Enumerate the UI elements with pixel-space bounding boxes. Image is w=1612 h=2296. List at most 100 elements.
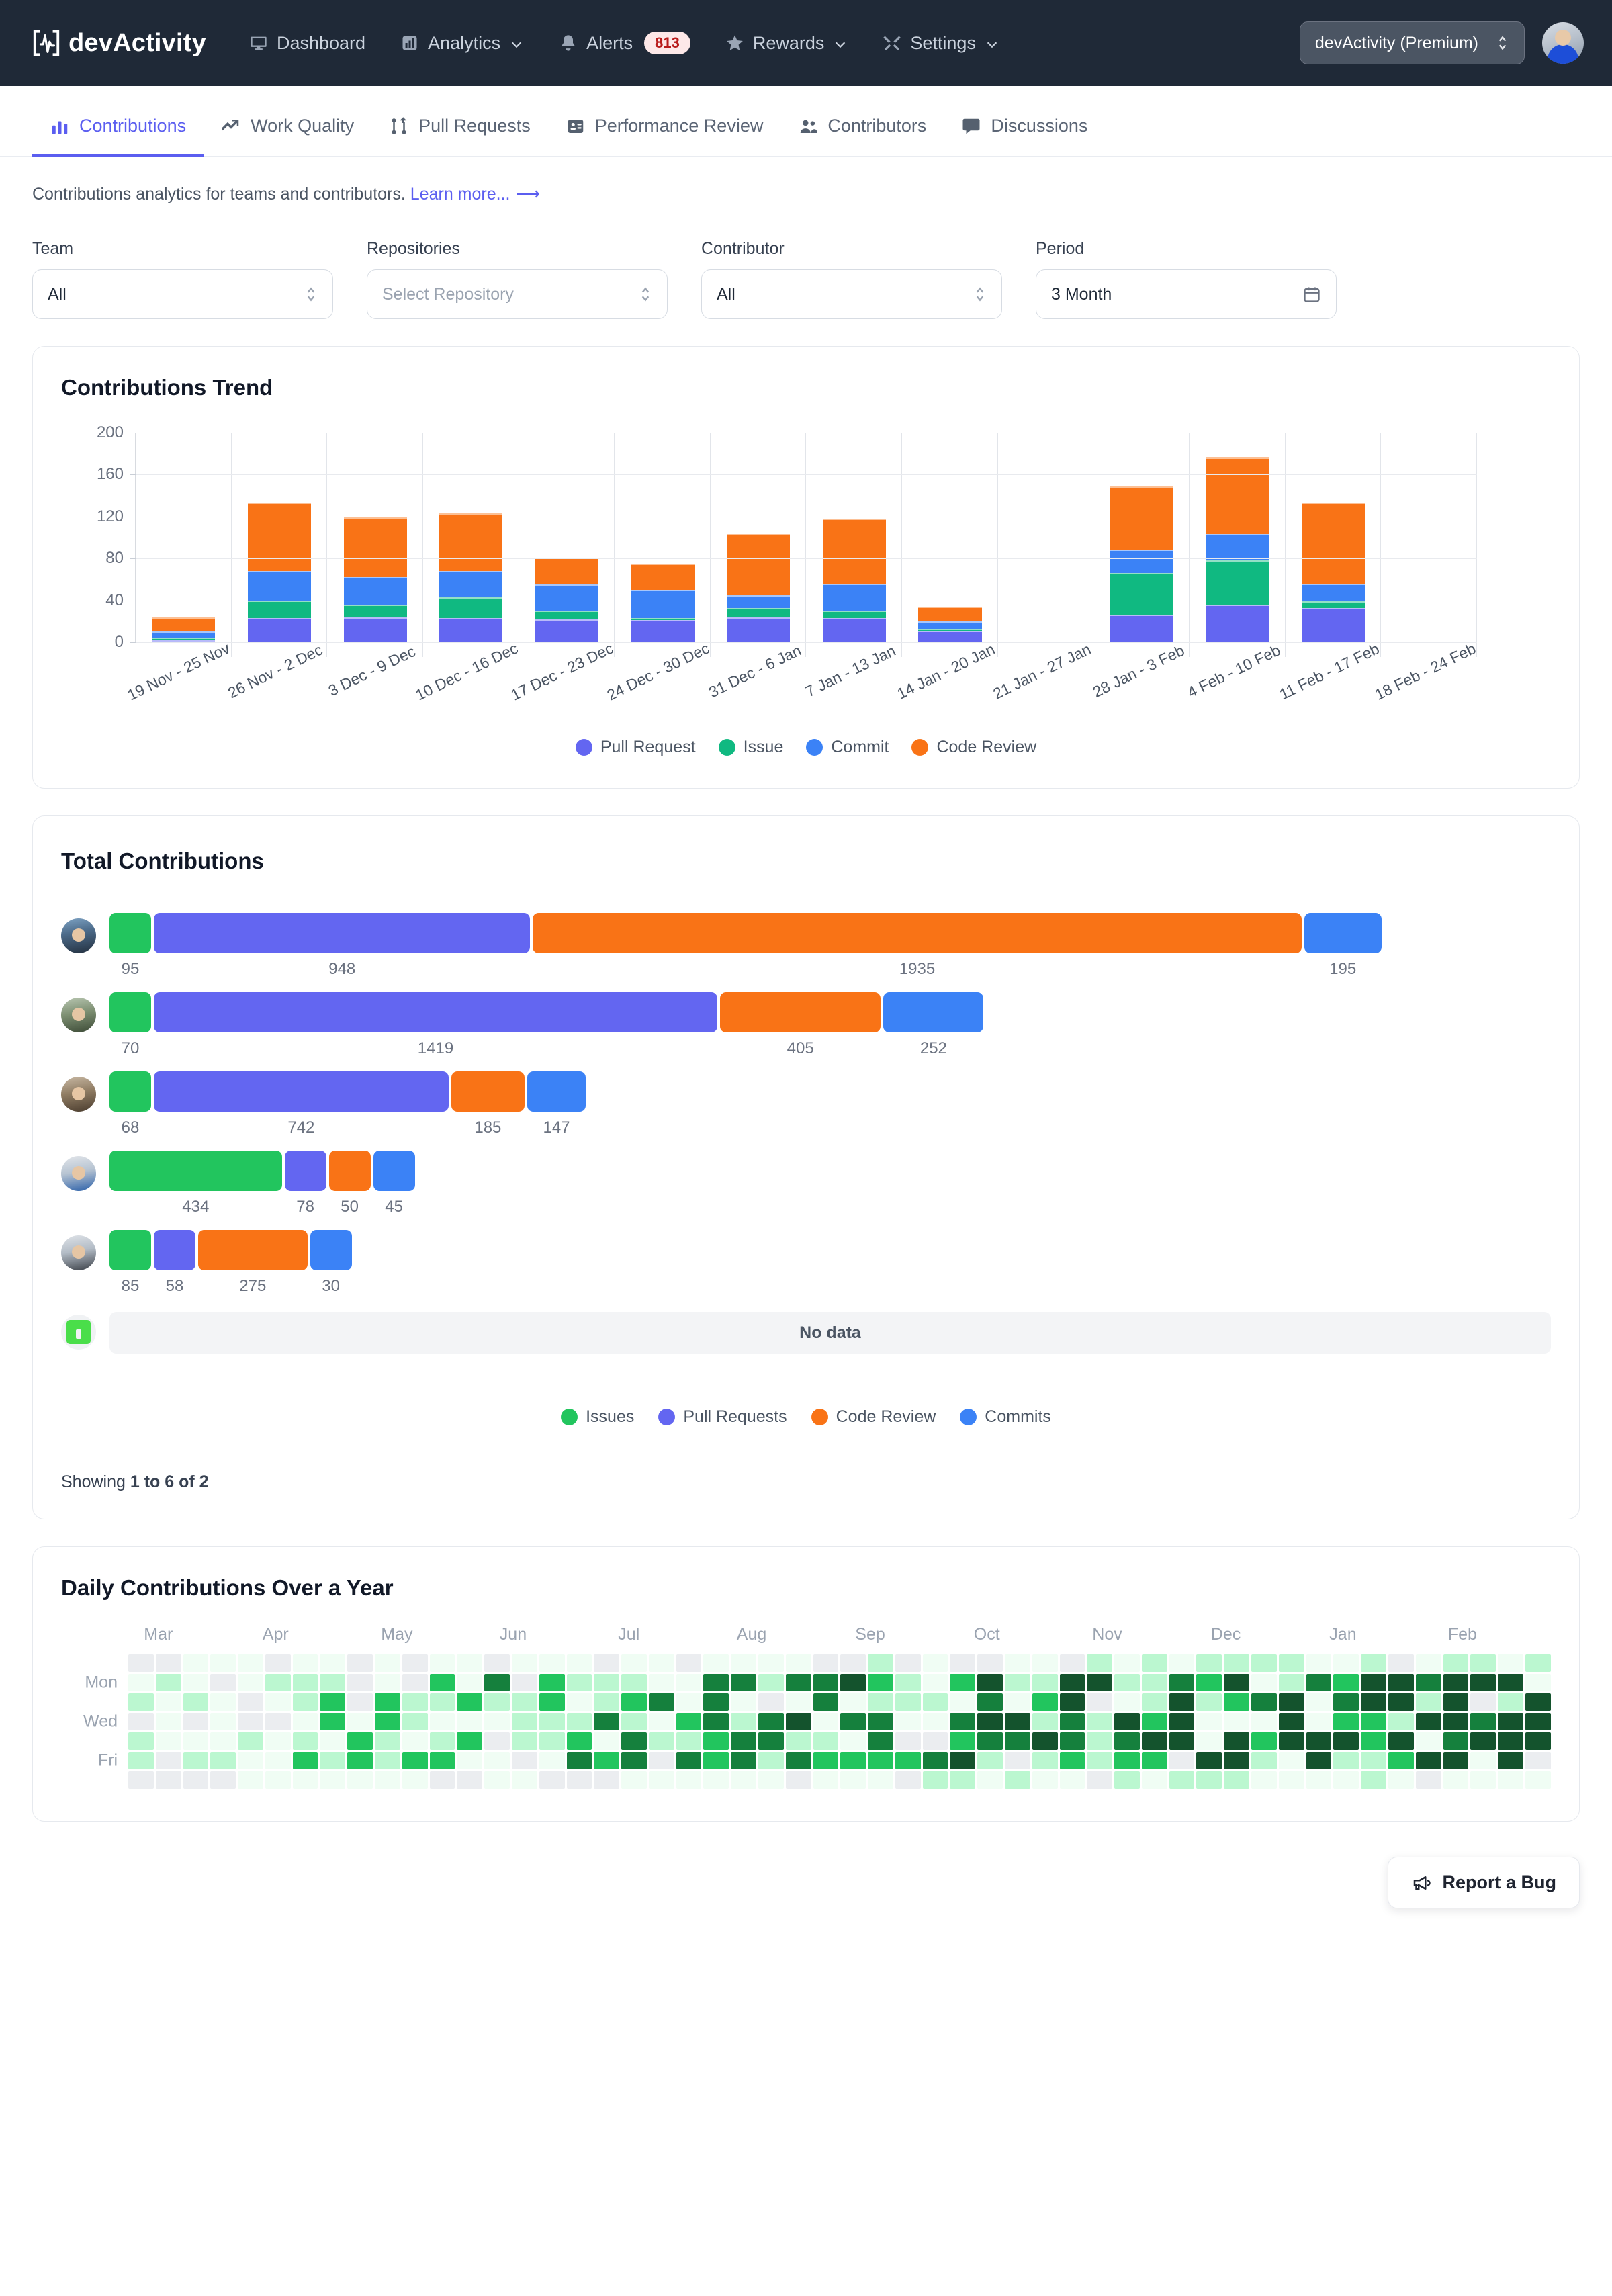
period-select[interactable]: 3 Month	[1036, 269, 1337, 319]
heatmap-cell[interactable]	[1141, 1732, 1167, 1750]
heatmap-cell[interactable]	[1306, 1674, 1332, 1691]
heatmap-cell[interactable]	[1141, 1654, 1167, 1672]
trend-bar-slot[interactable]	[136, 433, 232, 657]
heatmap-cell[interactable]	[1032, 1674, 1058, 1691]
heatmap-cell[interactable]	[594, 1674, 620, 1691]
heatmap-cell[interactable]	[1333, 1713, 1359, 1730]
heatmap-cell[interactable]	[375, 1732, 400, 1750]
heatmap-cell[interactable]	[648, 1674, 674, 1691]
heatmap-cell[interactable]	[292, 1654, 318, 1672]
trend-bar-slot[interactable]	[423, 433, 519, 657]
contributor-bar-segment[interactable]	[109, 1151, 282, 1191]
heatmap-cell[interactable]	[402, 1752, 428, 1769]
contributor-avatar[interactable]	[61, 1156, 96, 1191]
heatmap-cell[interactable]	[347, 1771, 373, 1789]
trend-bar-slot[interactable]	[519, 433, 615, 657]
heatmap-cell[interactable]	[238, 1693, 263, 1711]
heatmap-cell[interactable]	[676, 1654, 702, 1672]
heatmap-cell[interactable]	[1005, 1693, 1030, 1711]
heatmap-cell[interactable]	[621, 1654, 647, 1672]
heatmap-cell[interactable]	[1224, 1732, 1250, 1750]
trend-stacked-bar[interactable]	[822, 518, 886, 642]
heatmap-cell[interactable]	[457, 1674, 483, 1691]
heatmap-cell[interactable]	[922, 1693, 948, 1711]
heatmap-cell[interactable]	[1388, 1771, 1414, 1789]
heatmap-cell[interactable]	[347, 1693, 373, 1711]
brand-logo[interactable]: devActivity	[31, 28, 206, 58]
heatmap-cell[interactable]	[1470, 1674, 1496, 1691]
heatmap-cell[interactable]	[484, 1732, 510, 1750]
heatmap-cell[interactable]	[950, 1674, 976, 1691]
heatmap-cell[interactable]	[539, 1674, 565, 1691]
trend-bar-slot[interactable]	[1190, 433, 1286, 657]
nav-analytics[interactable]: Analytics	[400, 33, 524, 54]
heatmap-cell[interactable]	[1087, 1771, 1113, 1789]
heatmap-cell[interactable]	[1306, 1654, 1332, 1672]
heatmap-cell[interactable]	[977, 1732, 1003, 1750]
heatmap-cell[interactable]	[840, 1693, 866, 1711]
heatmap-cell[interactable]	[1415, 1674, 1441, 1691]
heatmap-cell[interactable]	[457, 1771, 483, 1789]
heatmap-cell[interactable]	[320, 1732, 346, 1750]
heatmap-cell[interactable]	[1498, 1654, 1523, 1672]
trend-stacked-bar[interactable]	[439, 513, 503, 642]
heatmap-cell[interactable]	[813, 1674, 839, 1691]
trend-bar-slot[interactable]	[1286, 433, 1382, 657]
heatmap-cell[interactable]	[210, 1771, 236, 1789]
heatmap-cell[interactable]	[1196, 1752, 1222, 1769]
heatmap-cell[interactable]	[1525, 1654, 1551, 1672]
heatmap-cell[interactable]	[511, 1654, 537, 1672]
heatmap-cell[interactable]	[868, 1732, 893, 1750]
heatmap-cell[interactable]	[731, 1654, 756, 1672]
heatmap-cell[interactable]	[758, 1674, 784, 1691]
heatmap-cell[interactable]	[1087, 1713, 1113, 1730]
heatmap-cell[interactable]	[1306, 1771, 1332, 1789]
heatmap-cell[interactable]	[703, 1654, 729, 1672]
heatmap-cell[interactable]	[265, 1713, 291, 1730]
heatmap-cell[interactable]	[950, 1713, 976, 1730]
heatmap-cell[interactable]	[1306, 1732, 1332, 1750]
heatmap-cell[interactable]	[265, 1771, 291, 1789]
heatmap-cell[interactable]	[1087, 1674, 1113, 1691]
heatmap-cell[interactable]	[868, 1752, 893, 1769]
heatmap-cell[interactable]	[868, 1771, 893, 1789]
heatmap-cell[interactable]	[1333, 1752, 1359, 1769]
heatmap-cell[interactable]	[539, 1752, 565, 1769]
heatmap-cell[interactable]	[210, 1713, 236, 1730]
heatmap-cell[interactable]	[1032, 1693, 1058, 1711]
heatmap-cell[interactable]	[785, 1693, 811, 1711]
heatmap-cell[interactable]	[1141, 1674, 1167, 1691]
heatmap-cell[interactable]	[594, 1752, 620, 1769]
heatmap-cell[interactable]	[813, 1693, 839, 1711]
heatmap-cell[interactable]	[1470, 1732, 1496, 1750]
contributor-row[interactable]: 95 948 1935 195	[61, 913, 1551, 979]
heatmap-cell[interactable]	[785, 1752, 811, 1769]
heatmap-cell[interactable]	[950, 1752, 976, 1769]
heatmap-cell[interactable]	[676, 1752, 702, 1769]
nav-alerts[interactable]: Alerts 813	[559, 32, 690, 54]
heatmap-cell[interactable]	[1278, 1674, 1304, 1691]
heatmap-cell[interactable]	[1196, 1693, 1222, 1711]
legend-item[interactable]: Commits	[960, 1407, 1051, 1427]
heatmap-cell[interactable]	[840, 1732, 866, 1750]
heatmap-cell[interactable]	[1443, 1654, 1469, 1672]
heatmap-cell[interactable]	[292, 1732, 318, 1750]
heatmap-cell[interactable]	[511, 1713, 537, 1730]
heatmap-cell[interactable]	[621, 1713, 647, 1730]
heatmap-cell[interactable]	[484, 1771, 510, 1789]
heatmap-cell[interactable]	[566, 1732, 592, 1750]
heatmap-cell[interactable]	[977, 1752, 1003, 1769]
heatmap-cell[interactable]	[429, 1674, 455, 1691]
heatmap-cell[interactable]	[840, 1713, 866, 1730]
heatmap-cell[interactable]	[402, 1674, 428, 1691]
heatmap-cell[interactable]	[1443, 1732, 1469, 1750]
heatmap-cell[interactable]	[731, 1693, 756, 1711]
report-a-bug-button[interactable]: Report a Bug	[1388, 1857, 1580, 1908]
heatmap-cell[interactable]	[1196, 1713, 1222, 1730]
heatmap-cell[interactable]	[621, 1693, 647, 1711]
heatmap-cell[interactable]	[375, 1771, 400, 1789]
heatmap-cell[interactable]	[1141, 1693, 1167, 1711]
heatmap-cell[interactable]	[1141, 1752, 1167, 1769]
heatmap-cell[interactable]	[1415, 1732, 1441, 1750]
heatmap-cell[interactable]	[1388, 1693, 1414, 1711]
